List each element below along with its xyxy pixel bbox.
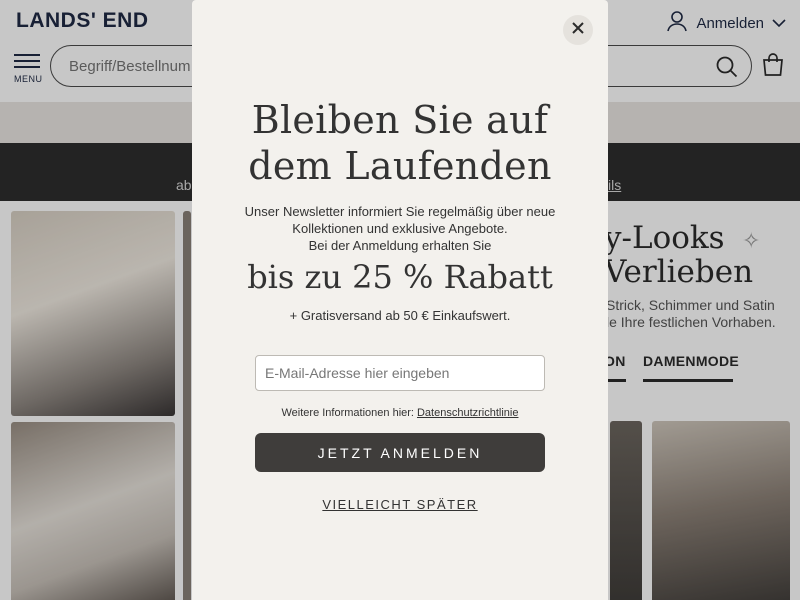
subscribe-button[interactable]: JETZT ANMELDEN [255,433,545,472]
modal-body-text: Unser Newsletter informiert Sie regelmäß… [244,204,556,253]
privacy-info-label: Weitere Informationen hier: [281,407,414,419]
privacy-info: Weitere Informationen hier: Datenschutzri… [192,407,608,419]
privacy-policy-link[interactable]: Datenschutzrichtlinie [417,407,519,419]
newsletter-modal: Bleiben Sie auf dem Laufenden Unser News… [192,0,608,600]
modal-title: Bleiben Sie auf dem Laufenden [248,98,552,188]
close-button[interactable] [563,15,593,45]
shipping-text: + Gratisversand ab 50 € Einkaufswert. [289,308,511,323]
email-field[interactable] [255,355,545,391]
maybe-later-link[interactable]: VIELLEICHT SPÄTER [192,497,608,512]
discount-text: bis zu 25 % Rabatt [247,258,553,296]
close-icon [572,21,584,39]
